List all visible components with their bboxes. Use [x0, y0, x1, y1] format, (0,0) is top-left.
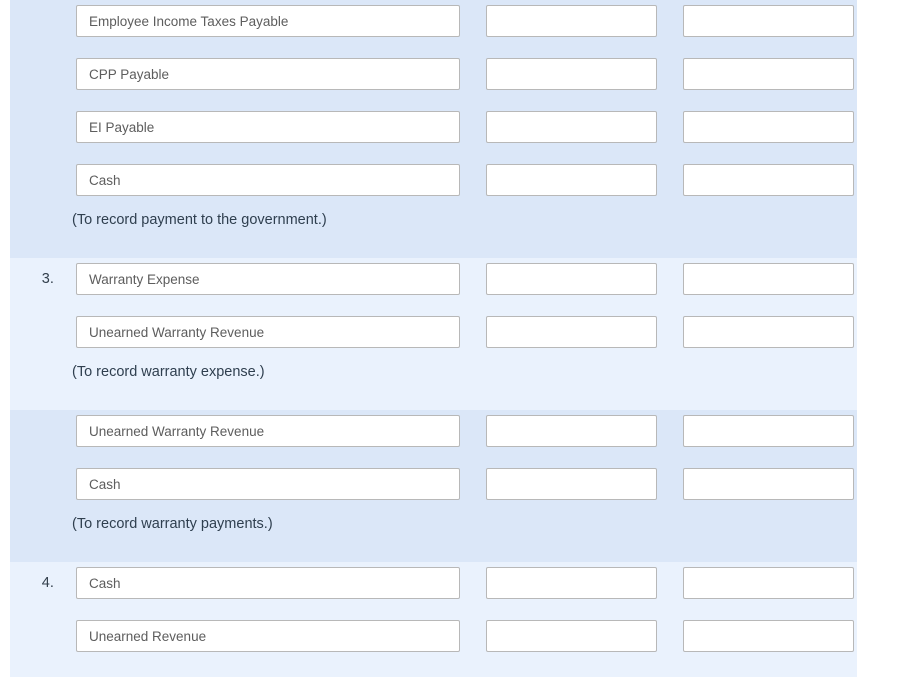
credit-amount-input[interactable]: [683, 58, 854, 90]
credit-amount-input[interactable]: [683, 468, 854, 500]
journal-entry-row: [10, 468, 857, 500]
debit-amount-input[interactable]: [486, 316, 657, 348]
debit-amount-input[interactable]: [486, 5, 657, 37]
credit-amount-input[interactable]: [683, 5, 854, 37]
account-name-input[interactable]: [76, 5, 460, 37]
journal-entry-row: [10, 111, 857, 143]
account-name-input[interactable]: [76, 111, 460, 143]
journal-entry-block: (To record warranty payments.): [10, 410, 857, 562]
credit-amount-input[interactable]: [683, 620, 854, 652]
debit-amount-input[interactable]: [486, 58, 657, 90]
journal-entry-row: [10, 5, 857, 37]
entry-memo-text: (To record warranty payments.): [72, 516, 273, 532]
account-name-input[interactable]: [76, 468, 460, 500]
credit-amount-input[interactable]: [683, 316, 854, 348]
entry-memo-text: (To record payment to the government.): [72, 212, 327, 228]
debit-amount-input[interactable]: [486, 567, 657, 599]
journal-entry-row: 3.: [10, 263, 857, 295]
journal-entry-row: [10, 164, 857, 196]
account-name-input[interactable]: [76, 164, 460, 196]
debit-amount-input[interactable]: [486, 164, 657, 196]
debit-amount-input[interactable]: [486, 468, 657, 500]
entry-number-label: 3.: [41, 271, 54, 287]
credit-amount-input[interactable]: [683, 164, 854, 196]
credit-amount-input[interactable]: [683, 415, 854, 447]
debit-amount-input[interactable]: [486, 111, 657, 143]
credit-amount-input[interactable]: [683, 567, 854, 599]
journal-entry-row: [10, 316, 857, 348]
account-name-input[interactable]: [76, 316, 460, 348]
journal-entry-block: 4.: [10, 562, 857, 677]
account-name-input[interactable]: [76, 620, 460, 652]
credit-amount-input[interactable]: [683, 111, 854, 143]
account-name-input[interactable]: [76, 263, 460, 295]
credit-amount-input[interactable]: [683, 263, 854, 295]
journal-entry-block: (To record payment to the government.): [10, 0, 857, 258]
debit-amount-input[interactable]: [486, 263, 657, 295]
account-name-input[interactable]: [76, 415, 460, 447]
account-name-input[interactable]: [76, 58, 460, 90]
journal-entry-worksheet: (To record payment to the government.) 3.…: [0, 0, 907, 677]
journal-entry-row: [10, 415, 857, 447]
journal-entry-row: [10, 620, 857, 652]
journal-entry-row: 4.: [10, 567, 857, 599]
journal-entry-row: [10, 58, 857, 90]
account-name-input[interactable]: [76, 567, 460, 599]
debit-amount-input[interactable]: [486, 620, 657, 652]
entry-number-label: 4.: [41, 575, 54, 591]
entry-memo-text: (To record warranty expense.): [72, 364, 265, 380]
journal-entry-block: 3. (To record warranty expense.): [10, 258, 857, 410]
debit-amount-input[interactable]: [486, 415, 657, 447]
